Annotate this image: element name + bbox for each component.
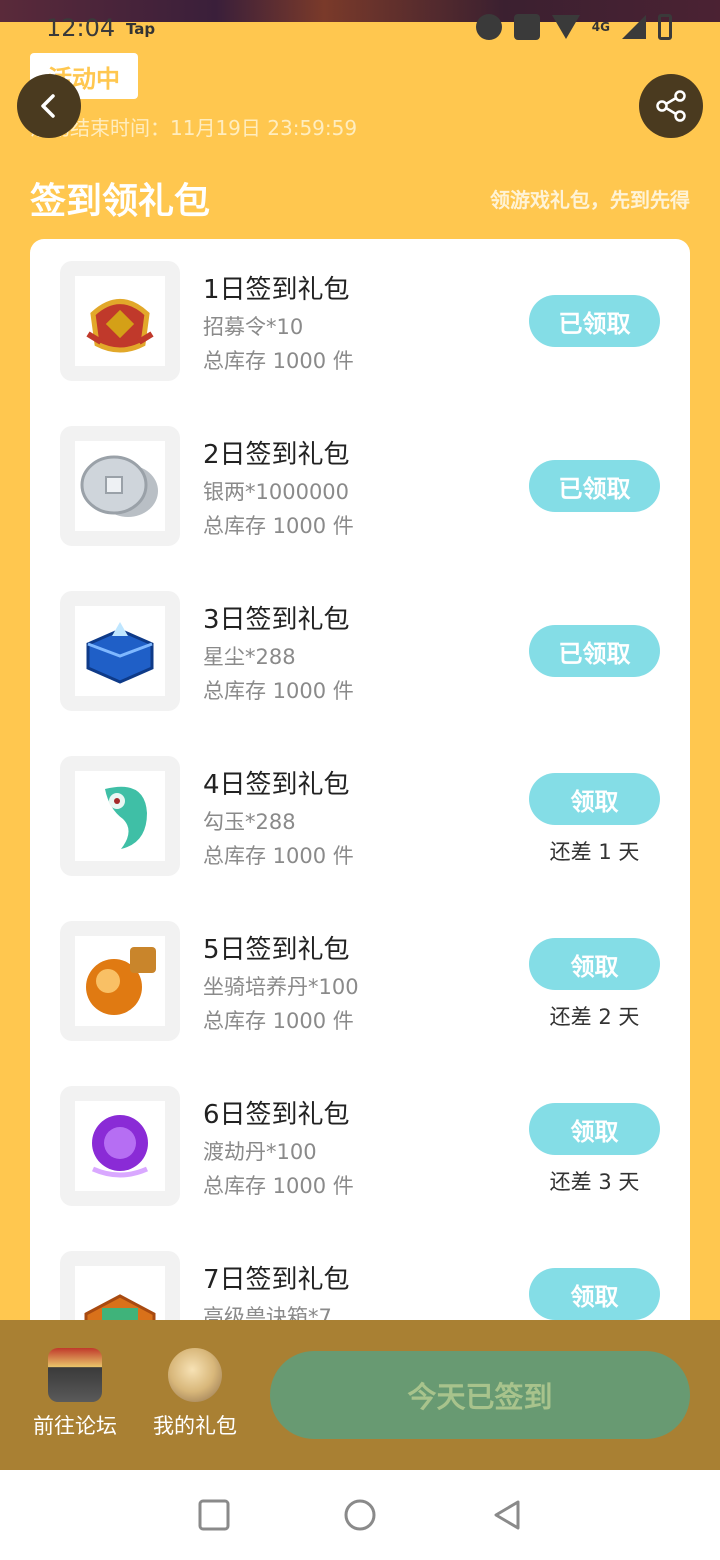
app-tag: Tap <box>126 20 156 38</box>
gift-avatar-icon <box>168 1348 222 1402</box>
recent-apps-icon[interactable] <box>197 1498 231 1532</box>
gift-title: 5日签到礼包 <box>203 935 350 965</box>
gift-item: 坐骑培养丹*100 <box>203 975 359 999</box>
tribulation-pill-icon <box>91 1115 149 1178</box>
back-nav-icon[interactable] <box>490 1498 524 1532</box>
gift-title: 2日签到礼包 <box>203 440 350 470</box>
battery-icon <box>658 14 672 40</box>
gift-title: 6日签到礼包 <box>203 1100 350 1130</box>
gift-thumb <box>60 591 180 711</box>
gift-stock: 总库存 1000 件 <box>203 1009 354 1033</box>
gift-row: 4日签到礼包 勾玉*288 总库存 1000 件 领取 还差 1 天 <box>30 734 690 899</box>
gift-title: 1日签到礼包 <box>203 275 350 305</box>
gift-title: 7日签到礼包 <box>203 1265 350 1295</box>
section-subtitle: 领游戏礼包，先到先得 <box>490 188 690 212</box>
gift-item: 星尘*288 <box>203 645 296 669</box>
days-remaining: 还差 2 天 <box>549 1005 640 1029</box>
wifi-icon <box>551 15 580 39</box>
claimed-button[interactable]: 已领取 <box>529 460 660 512</box>
claim-button[interactable]: 领取 <box>529 1103 660 1155</box>
gift-title: 4日签到礼包 <box>203 770 350 800</box>
gift-row: 5日签到礼包 坐骑培养丹*100 总库存 1000 件 领取 还差 2 天 <box>30 899 690 1064</box>
claim-button[interactable]: 领取 <box>529 1268 660 1320</box>
gift-stock: 总库存 1000 件 <box>203 349 354 373</box>
mount-pill-icon <box>86 947 156 1015</box>
alarm-icon <box>475 14 502 40</box>
gift-stock: 总库存 1000 件 <box>203 514 354 538</box>
status-icons: 4G <box>475 14 672 40</box>
gift-row: 1日签到礼包 招募令*10 总库存 1000 件 已领取 <box>30 239 690 404</box>
volte-icon <box>513 14 540 40</box>
silver-coin-icon <box>80 455 158 517</box>
my-gifts-link[interactable]: 我的礼包 <box>145 1348 245 1440</box>
gift-item: 招募令*10 <box>203 315 304 339</box>
bottom-action-bar: 前往论坛 我的礼包 今天已签到 <box>0 1320 720 1470</box>
status-bar: 12:04 Tap 4G <box>0 0 720 48</box>
system-nav-bar <box>0 1470 720 1560</box>
gift-row: 2日签到礼包 银两*1000000 总库存 1000 件 已领取 <box>30 404 690 569</box>
gift-thumb <box>60 426 180 546</box>
section-title: 签到领礼包 <box>30 181 211 222</box>
gift-row: 3日签到礼包 星尘*288 总库存 1000 件 已领取 <box>30 569 690 734</box>
forum-link[interactable]: 前往论坛 <box>25 1348 125 1440</box>
claimed-button[interactable]: 已领取 <box>529 295 660 347</box>
forum-label: 前往论坛 <box>33 1414 117 1438</box>
stardust-chest-icon <box>86 622 154 684</box>
gift-item: 勾玉*288 <box>203 810 296 834</box>
share-icon <box>656 90 686 122</box>
claim-button[interactable]: 领取 <box>529 773 660 825</box>
recruit-token-icon <box>86 299 154 353</box>
gift-item: 银两*1000000 <box>203 480 350 504</box>
home-icon[interactable] <box>343 1498 377 1532</box>
gift-thumb <box>60 756 180 876</box>
claimed-button[interactable]: 已领取 <box>529 625 660 677</box>
signal-icon <box>622 15 646 39</box>
status-time: 12:04 <box>46 14 116 42</box>
gift-thumb <box>60 261 180 381</box>
gift-row: 6日签到礼包 渡劫丹*100 总库存 1000 件 领取 还差 3 天 <box>30 1064 690 1229</box>
magatama-icon <box>105 786 147 849</box>
days-remaining: 还差 1 天 <box>549 840 640 864</box>
gift-thumb <box>60 1086 180 1206</box>
forum-app-icon <box>48 1348 102 1402</box>
claim-button[interactable]: 领取 <box>529 938 660 990</box>
gift-title: 3日签到礼包 <box>203 605 350 635</box>
network-label: 4G <box>591 20 610 34</box>
gift-thumb <box>60 921 180 1041</box>
signed-in-today-button[interactable]: 今天已签到 <box>270 1351 690 1439</box>
gift-stock: 总库存 1000 件 <box>203 679 354 703</box>
share-button[interactable] <box>639 74 703 138</box>
my-gifts-label: 我的礼包 <box>153 1414 237 1438</box>
gift-item: 渡劫丹*100 <box>203 1140 317 1164</box>
back-button[interactable] <box>17 74 81 138</box>
gift-list-card: 1日签到礼包 招募令*10 总库存 1000 件 已领取 2日签到礼包 银两*1… <box>30 239 690 1339</box>
gift-stock: 总库存 1000 件 <box>203 844 354 868</box>
chevron-left-icon <box>41 94 55 118</box>
gift-stock: 总库存 1000 件 <box>203 1174 354 1198</box>
days-remaining: 还差 3 天 <box>549 1170 640 1194</box>
